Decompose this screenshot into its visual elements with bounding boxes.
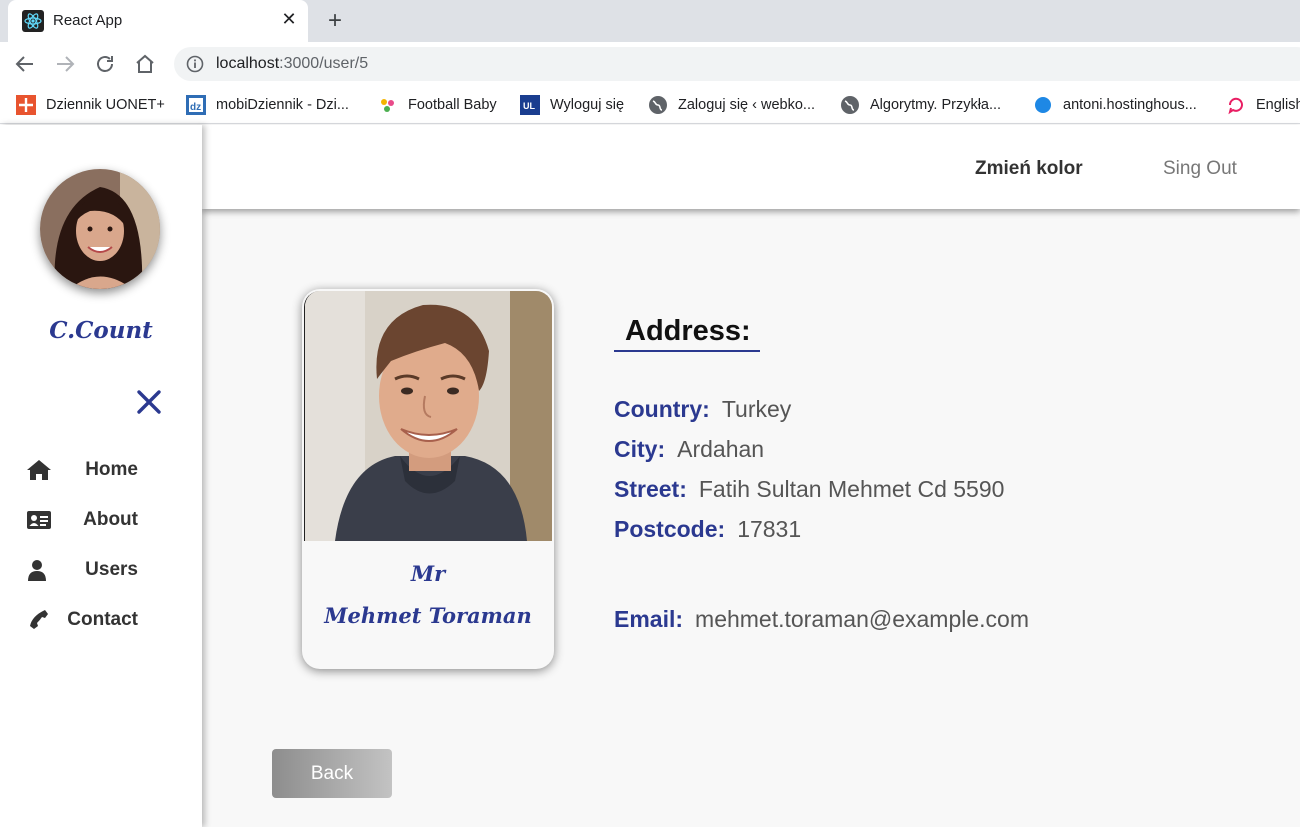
sign-out-link[interactable]: Sing Out <box>1163 158 1237 180</box>
street-value: Fatih Sultan Mehmet Cd 5590 <box>698 476 1005 502</box>
football-baby-icon <box>381 99 394 112</box>
avatar-photo <box>40 169 160 289</box>
email-value: mehmet.toraman@example.com <box>695 606 1030 632</box>
close-sidebar-icon[interactable] <box>136 389 162 415</box>
street-row: Street: Fatih Sultan Mehmet Cd 5590 <box>614 476 1004 503</box>
back-button[interactable]: Back <box>272 749 392 798</box>
postcode-label: Postcode: <box>614 516 726 542</box>
ul-icon: UL <box>520 95 540 115</box>
sidebar-item-label: About <box>83 509 138 530</box>
sidebar-item-label: Home <box>85 459 138 480</box>
user-photo-image <box>305 291 552 541</box>
bookmark-item[interactable]: Football Baby <box>378 94 497 116</box>
bookmark-label: mobiDziennik - Dzi... <box>216 97 349 113</box>
avatar <box>40 169 160 289</box>
bookmark-item[interactable]: English <box>1226 94 1300 116</box>
reload-icon[interactable] <box>93 52 117 76</box>
close-icon[interactable]: ✕ <box>278 8 300 30</box>
phone-icon <box>30 610 48 629</box>
user-card: Mr Mehmet Toraman <box>302 289 554 669</box>
address-heading: Address: <box>614 315 760 352</box>
address-bar[interactable]: localhost:3000/user/5 <box>174 47 1300 81</box>
globe-icon <box>649 96 667 114</box>
bookmark-label: Football Baby <box>408 97 497 113</box>
url-path: :3000/user/5 <box>279 55 369 72</box>
sidebar-item-about[interactable]: About <box>26 505 176 535</box>
blue-dot-icon <box>1035 97 1051 113</box>
user-icon <box>28 560 46 581</box>
svg-text:UL: UL <box>523 101 535 111</box>
main-content: Zmień kolor Sing Out Mr Mehmet Toraman A… <box>202 125 1300 827</box>
forward-arrow-icon[interactable] <box>53 52 77 76</box>
url-host: localhost <box>216 55 280 72</box>
sidebar-item-contact[interactable]: Contact <box>26 605 176 635</box>
street-label: Street: <box>614 476 687 502</box>
url-text: localhost:3000/user/5 <box>216 55 368 73</box>
country-row: Country: Turkey <box>614 396 791 423</box>
bookmark-item[interactable]: Algorytmy. Przykła... <box>840 94 1001 116</box>
user-name: Mehmet Toraman <box>324 603 532 628</box>
bookmark-label: Algorytmy. Przykła... <box>870 97 1002 113</box>
sidebar-item-label: Users <box>85 559 138 580</box>
country-value: Turkey <box>721 396 792 422</box>
user-photo <box>304 291 552 541</box>
browser-tab[interactable]: React App ✕ <box>8 0 308 42</box>
browser-tab-strip: React App ✕ + <box>0 0 1300 42</box>
city-label: City: <box>614 436 666 462</box>
tab-title: React App <box>53 12 123 29</box>
bookmark-item[interactable]: dz mobiDziennik - Dzi... <box>186 94 349 116</box>
mobidziennik-icon: dz <box>186 95 206 115</box>
city-row: City: Ardahan <box>614 436 764 463</box>
bookmark-item[interactable]: antoni.hostinghous... <box>1033 94 1197 116</box>
bookmark-label: Wyloguj się <box>550 97 625 113</box>
info-icon[interactable] <box>186 55 204 73</box>
bookmark-item[interactable]: Dziennik UONET+ <box>16 94 165 116</box>
user-title: Mr <box>410 561 446 586</box>
bookmark-item[interactable]: Zaloguj się ‹ webko... <box>648 94 815 116</box>
postcode-value: 17831 <box>737 516 802 542</box>
bookmark-label: Zaloguj się ‹ webko... <box>678 97 816 113</box>
home-icon <box>27 460 51 480</box>
bookmark-label: English <box>1256 97 1300 113</box>
bookmark-label: Dziennik UONET+ <box>46 97 165 113</box>
react-icon <box>22 10 44 32</box>
change-color-link[interactable]: Zmień kolor <box>975 158 1083 180</box>
back-arrow-icon[interactable] <box>13 52 37 76</box>
globe-icon <box>841 96 859 114</box>
uonet-icon <box>16 95 36 115</box>
home-browser-icon[interactable] <box>133 52 157 76</box>
sidebar-item-home[interactable]: Home <box>26 455 176 485</box>
city-value: Ardahan <box>677 436 765 462</box>
country-label: Country: <box>614 396 710 422</box>
sidebar-item-users[interactable]: Users <box>26 555 176 585</box>
top-navbar: Zmień kolor Sing Out <box>202 125 1300 209</box>
email-row: Email: mehmet.toraman@example.com <box>614 606 1029 633</box>
sidebar-item-label: Contact <box>67 609 138 630</box>
email-label: Email: <box>614 606 684 632</box>
sidebar: C.Count Home About Users Contact <box>0 125 202 827</box>
english-icon <box>1228 97 1243 115</box>
id-card-icon <box>27 511 51 529</box>
bookmarks-bar: Dziennik UONET+ dz mobiDziennik - Dzi...… <box>0 86 1300 124</box>
bookmark-item[interactable]: UL Wyloguj się <box>520 94 624 116</box>
new-tab-plus-icon[interactable]: + <box>322 9 348 35</box>
browser-toolbar: localhost:3000/user/5 <box>0 42 1300 86</box>
bookmark-label: antoni.hostinghous... <box>1063 97 1197 113</box>
svg-text:dz: dz <box>190 102 201 113</box>
brand-name: C.Count <box>49 317 153 344</box>
postcode-row: Postcode: 17831 <box>614 516 801 543</box>
